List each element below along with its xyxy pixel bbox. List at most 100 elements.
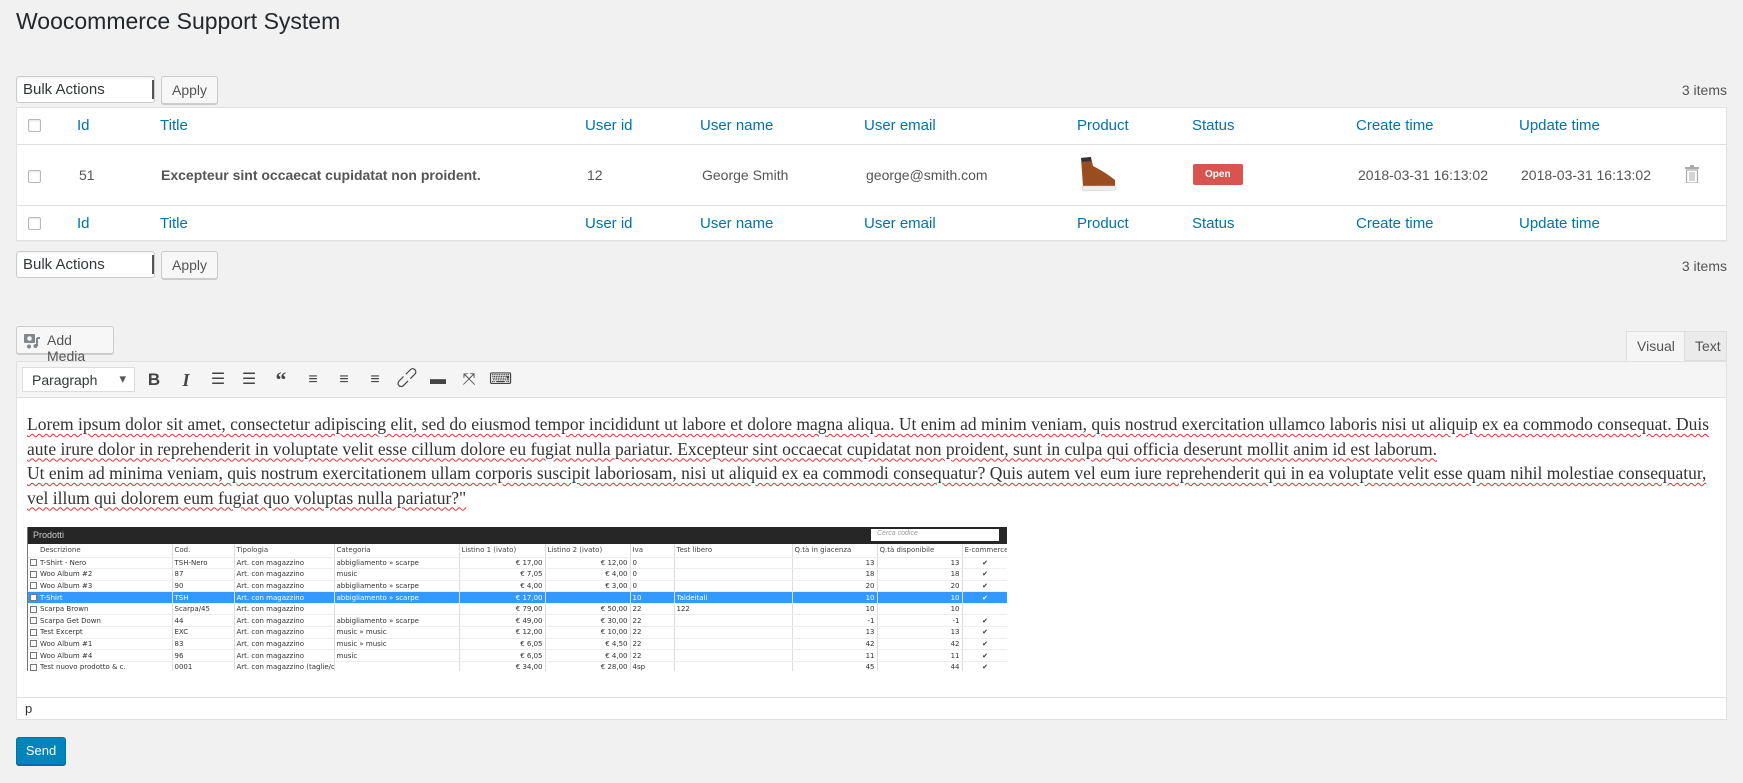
col-user-email[interactable]: User email (864, 117, 936, 134)
col-user-name-footer[interactable]: User name (700, 215, 773, 232)
screenshot-cell (674, 614, 793, 628)
screenshot-cell (545, 591, 631, 604)
screenshot-cell: € 4,00 (545, 568, 631, 581)
screenshot-checkbox (30, 640, 37, 648)
product-shoe-thumbnail[interactable] (1077, 156, 1119, 192)
add-media-label: Add Media (47, 332, 86, 364)
items-count-top: 3 items (1681, 82, 1727, 98)
tickets-table: Id Title User id User name User email Pr… (16, 107, 1727, 241)
screenshot-cell: Art. con magazzino (234, 568, 335, 581)
format-select[interactable]: Paragraph (22, 367, 135, 392)
bulk-actions-select-top[interactable]: Bulk Actions (16, 76, 155, 103)
screenshot-cell-text: Test nuovo prodotto & c. (40, 663, 126, 671)
screenshot-cell: 45 (792, 661, 878, 671)
screenshot-header: Cod. (172, 544, 235, 558)
screenshot-cell: ✔ (962, 580, 1007, 593)
add-media-icon (24, 334, 40, 349)
apply-button-bottom[interactable]: Apply (161, 251, 219, 279)
screenshot-cell (674, 649, 793, 662)
screenshot-cell: € 17,00 (459, 591, 546, 604)
screenshot-cell: ✔ (962, 626, 1007, 639)
add-media-button[interactable]: Add Media (16, 326, 114, 364)
screenshot-cell: ✔ (962, 661, 1007, 671)
screenshot-cell: Taldeitali (674, 591, 793, 604)
screenshot-cell: Art. con magazzino (234, 603, 335, 616)
align-right-icon[interactable]: ≡ (364, 369, 386, 391)
col-user-id[interactable]: User id (585, 117, 633, 134)
screenshot-cell: 0001 (172, 661, 235, 671)
tab-text[interactable]: Text (1684, 331, 1727, 361)
numbered-list-icon[interactable]: ☰ (238, 369, 260, 391)
screenshot-cell: abbigliamento » scarpe (334, 591, 460, 604)
col-user-name[interactable]: User name (700, 117, 773, 134)
content-editor[interactable]: Paragraph B I ☰ ☰ “ ≡ ≡ ≡ ⊂⊃ ▬ ⤧ ⌨ Lorem… (16, 361, 1727, 720)
screenshot-cell: Art. con magazzino (234, 557, 335, 570)
screenshot-cell: Woo Album #3 (28, 580, 173, 593)
ticket-title[interactable]: Excepteur sint occaecat cupidatat non pr… (161, 167, 481, 183)
fullscreen-icon[interactable]: ⤧ (458, 369, 480, 391)
toolbar-toggle-icon[interactable]: ⌨ (489, 369, 512, 391)
select-all-checkbox[interactable] (28, 119, 41, 132)
col-product[interactable]: Product (1077, 117, 1129, 134)
screenshot-cell (962, 603, 1007, 616)
col-create-time[interactable]: Create time (1356, 117, 1434, 134)
screenshot-cell: € 4,50 (545, 638, 631, 651)
screenshot-cell: 22 (630, 614, 675, 628)
bullet-list-icon[interactable]: ☰ (207, 369, 229, 391)
row-checkbox[interactable] (28, 170, 41, 183)
col-product-footer[interactable]: Product (1077, 215, 1129, 232)
align-left-icon[interactable]: ≡ (302, 369, 324, 391)
ticket-user-email: george@smith.com (866, 167, 988, 183)
col-status-footer[interactable]: Status (1192, 215, 1235, 232)
col-user-id-footer[interactable]: User id (585, 215, 633, 232)
embedded-products-screenshot[interactable]: Prodotti Cerca codice Descrizione Cod. Tip… (27, 527, 1007, 671)
editor-content[interactable]: Lorem ipsum dolor sit amet, consectetur … (27, 412, 1712, 510)
screenshot-cell: abbigliamento » scarpe (334, 557, 460, 570)
tab-visual[interactable]: Visual (1626, 331, 1686, 361)
col-title[interactable]: Title (160, 117, 188, 134)
trash-icon[interactable] (1685, 165, 1699, 183)
italic-icon[interactable]: I (175, 369, 197, 391)
screenshot-cell: 4sp (630, 661, 675, 671)
screenshot-row: T-Shirt TSH Art. con magazzino abbigliament… (28, 591, 1007, 604)
screenshot-cell: music (334, 568, 460, 581)
link-icon[interactable]: ⊂⊃ (390, 362, 423, 395)
apply-button-top[interactable]: Apply (161, 76, 219, 104)
screenshot-cell: 10 (877, 591, 963, 604)
col-create-time-footer[interactable]: Create time (1356, 215, 1434, 232)
align-center-icon[interactable]: ≡ (333, 369, 355, 391)
col-id[interactable]: Id (77, 117, 90, 134)
screenshot-cell: 10 (630, 591, 675, 604)
screenshot-cell: 87 (172, 568, 235, 581)
screenshot-cell: TSH-Nero (172, 557, 235, 570)
col-id-footer[interactable]: Id (77, 215, 90, 232)
blockquote-icon[interactable]: “ (270, 369, 292, 391)
screenshot-cell: Test nuovo prodotto & c. (28, 661, 173, 671)
col-user-email-footer[interactable]: User email (864, 215, 936, 232)
screenshot-checkbox (30, 605, 37, 613)
screenshot-cell: 13 (877, 626, 963, 639)
read-more-icon[interactable]: ▬ (427, 369, 449, 391)
col-update-time[interactable]: Update time (1519, 117, 1600, 134)
send-button[interactable]: Send (16, 737, 66, 765)
paragraph-2: Ut enim ad minima veniam, quis nostrum e… (27, 463, 1707, 508)
screenshot-row: T-Shirt - Nero TSH-Nero Art. con magazzino… (28, 557, 1007, 570)
col-update-time-footer[interactable]: Update time (1519, 215, 1600, 232)
screenshot-cell-text: T-Shirt (40, 593, 63, 602)
screenshot-header: Tipologia (234, 544, 335, 558)
screenshot-row: Test Excerpt EXC Art. con magazzino music »… (28, 626, 1007, 639)
col-title-footer[interactable]: Title (160, 215, 188, 232)
screenshot-cell: 13 (877, 557, 963, 570)
table-row[interactable]: 51 Excepteur sint occaecat cupidatat non… (17, 144, 1726, 206)
bulk-actions-select-bottom[interactable]: Bulk Actions (16, 251, 155, 278)
screenshot-cell: 18 (792, 568, 878, 581)
screenshot-cell-text: Test Excerpt (40, 628, 83, 637)
screenshot-cell: 13 (792, 557, 878, 570)
bold-icon[interactable]: B (143, 369, 165, 391)
screenshot-row: Woo Album #1 83 Art. con magazzino music » … (28, 638, 1007, 651)
screenshot-cell: € 79,00 (459, 603, 546, 616)
screenshot-header: Test libero (674, 544, 793, 558)
col-status[interactable]: Status (1192, 117, 1235, 134)
screenshot-checkbox (30, 663, 37, 671)
select-all-checkbox-bottom[interactable] (28, 217, 41, 230)
